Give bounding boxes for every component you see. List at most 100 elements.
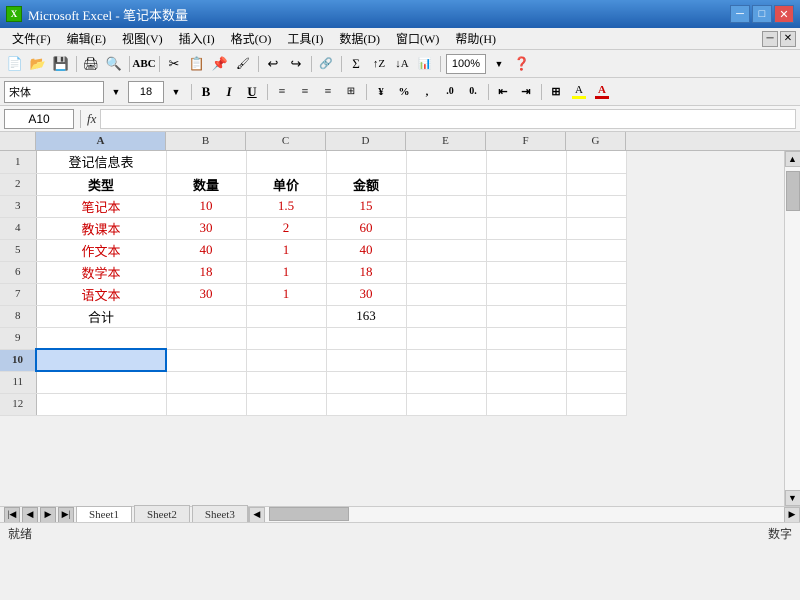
preview-button[interactable]: 🔍 <box>103 53 125 75</box>
cell-12-G[interactable] <box>566 393 626 415</box>
decrease-indent-button[interactable]: ⇤ <box>492 81 514 103</box>
menu-data[interactable]: 数据(D) <box>331 28 388 49</box>
font-name-input[interactable] <box>4 81 104 103</box>
autosum-button[interactable]: Σ <box>345 53 367 75</box>
cell-3-D[interactable]: 15 <box>326 195 406 217</box>
cell-5-F[interactable] <box>486 239 566 261</box>
cell-12-C[interactable] <box>246 393 326 415</box>
scroll-down-button[interactable]: ▼ <box>785 490 800 506</box>
cell-5-G[interactable] <box>566 239 626 261</box>
cell-11-G[interactable] <box>566 371 626 393</box>
increase-decimal-button[interactable]: .0 <box>439 81 461 103</box>
cell-8-D[interactable]: 163 <box>326 305 406 327</box>
menu-format[interactable]: 格式(O) <box>223 28 280 49</box>
underline-button[interactable]: U <box>241 81 263 103</box>
cell-11-F[interactable] <box>486 371 566 393</box>
redo-button[interactable]: ↪ <box>285 53 307 75</box>
cell-6-F[interactable] <box>486 261 566 283</box>
cell-2-G[interactable] <box>566 173 626 195</box>
font-name-dropdown[interactable]: ▼ <box>105 81 127 103</box>
cell-11-E[interactable] <box>406 371 486 393</box>
cell-1-F[interactable] <box>486 151 566 173</box>
cell-1-G[interactable] <box>566 151 626 173</box>
align-left-button[interactable]: ≡ <box>271 81 293 103</box>
cell-10-F[interactable] <box>486 349 566 371</box>
menu-file[interactable]: 文件(F) <box>4 28 59 49</box>
cell-7-A[interactable]: 语文本 <box>36 283 166 305</box>
cell-4-B[interactable]: 30 <box>166 217 246 239</box>
currency-button[interactable]: ¥ <box>370 81 392 103</box>
cell-3-B[interactable]: 10 <box>166 195 246 217</box>
cut-button[interactable]: ✂ <box>163 53 185 75</box>
cell-3-E[interactable] <box>406 195 486 217</box>
row-header-4[interactable]: 4 <box>0 217 36 239</box>
cell-12-D[interactable] <box>326 393 406 415</box>
sort-desc-button[interactable]: ↓A <box>391 53 413 75</box>
cell-10-A[interactable] <box>36 349 166 371</box>
menu-tools[interactable]: 工具(I) <box>279 28 331 49</box>
vertical-scrollbar[interactable]: ▲ ▼ <box>784 151 800 506</box>
col-header-a[interactable]: A <box>36 132 166 150</box>
cell-6-A[interactable]: 数学本 <box>36 261 166 283</box>
cell-5-E[interactable] <box>406 239 486 261</box>
cell-1-E[interactable] <box>406 151 486 173</box>
cell-9-A[interactable] <box>36 327 166 349</box>
grid-area[interactable]: 1登记信息表2类型数量单价金额3笔记本101.5154教课本302605作文本4… <box>0 151 784 506</box>
new-button[interactable]: 📄 <box>4 53 26 75</box>
menu-insert[interactable]: 插入(I) <box>171 28 223 49</box>
scroll-right-button[interactable]: ▶ <box>784 507 800 523</box>
cell-1-B[interactable] <box>166 151 246 173</box>
cell-10-B[interactable] <box>166 349 246 371</box>
row-header-10[interactable]: 10 <box>0 349 36 371</box>
cell-2-D[interactable]: 金额 <box>326 173 406 195</box>
spell-button[interactable]: ABC <box>133 53 155 75</box>
cell-7-C[interactable]: 1 <box>246 283 326 305</box>
row-header-6[interactable]: 6 <box>0 261 36 283</box>
col-header-c[interactable]: C <box>246 132 326 150</box>
cell-1-C[interactable] <box>246 151 326 173</box>
sort-asc-button[interactable]: ↑Z <box>368 53 390 75</box>
increase-indent-button[interactable]: ⇥ <box>515 81 537 103</box>
cell-7-F[interactable] <box>486 283 566 305</box>
italic-button[interactable]: I <box>218 81 240 103</box>
cell-4-A[interactable]: 教课本 <box>36 217 166 239</box>
help-button[interactable]: ❓ <box>511 53 533 75</box>
formula-input[interactable] <box>100 109 796 129</box>
cell-8-G[interactable] <box>566 305 626 327</box>
cell-4-F[interactable] <box>486 217 566 239</box>
cell-6-D[interactable]: 18 <box>326 261 406 283</box>
cell-2-C[interactable]: 单价 <box>246 173 326 195</box>
row-header-11[interactable]: 11 <box>0 371 36 393</box>
cell-4-E[interactable] <box>406 217 486 239</box>
col-header-e[interactable]: E <box>406 132 486 150</box>
menu-window[interactable]: 窗口(W) <box>388 28 447 49</box>
cell-1-D[interactable] <box>326 151 406 173</box>
cell-5-C[interactable]: 1 <box>246 239 326 261</box>
percent-button[interactable]: % <box>393 81 415 103</box>
cell-2-A[interactable]: 类型 <box>36 173 166 195</box>
cell-2-F[interactable] <box>486 173 566 195</box>
cell-5-A[interactable]: 作文本 <box>36 239 166 261</box>
cell-9-F[interactable] <box>486 327 566 349</box>
cell-8-F[interactable] <box>486 305 566 327</box>
bold-button[interactable]: B <box>195 81 217 103</box>
font-size-input[interactable] <box>128 81 164 103</box>
fill-color-button[interactable]: A <box>568 81 590 103</box>
copy-button[interactable]: 📋 <box>186 53 208 75</box>
cell-11-C[interactable] <box>246 371 326 393</box>
cell-9-B[interactable] <box>166 327 246 349</box>
cell-12-E[interactable] <box>406 393 486 415</box>
cell-9-E[interactable] <box>406 327 486 349</box>
cell-8-E[interactable] <box>406 305 486 327</box>
menu-view[interactable]: 视图(V) <box>114 28 171 49</box>
cell-8-B[interactable] <box>166 305 246 327</box>
border-button[interactable]: ⊞ <box>545 81 567 103</box>
scroll-thumb-v[interactable] <box>786 171 800 211</box>
font-size-dropdown[interactable]: ▼ <box>165 81 187 103</box>
align-right-button[interactable]: ≡ <box>317 81 339 103</box>
zoom-input[interactable] <box>446 54 486 74</box>
scroll-up-button[interactable]: ▲ <box>785 151 800 167</box>
cell-4-C[interactable]: 2 <box>246 217 326 239</box>
print-button[interactable]: 🖨 <box>80 53 102 75</box>
save-button[interactable]: 💾 <box>50 53 72 75</box>
